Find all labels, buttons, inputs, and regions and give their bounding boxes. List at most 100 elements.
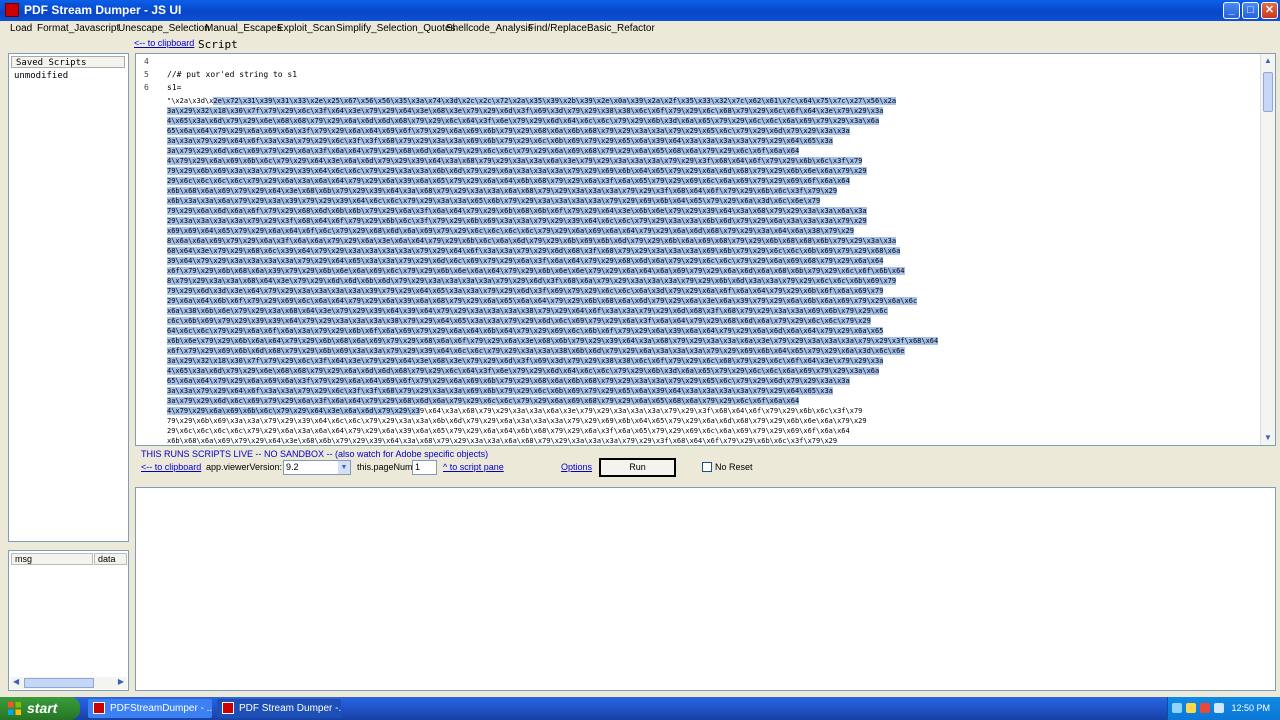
clock: 12:50 PM <box>1231 703 1270 713</box>
page-num-label: this.pageNum <box>357 462 413 472</box>
script-editor[interactable]: 4 5 6 //# put xor'ed string to s1 s1= "\… <box>135 53 1276 446</box>
saved-scripts-panel: Saved Scripts unmodified <box>8 53 129 542</box>
hex-row: 29\x6a\x64\x6b\x6f\x79\x29\x69\x6c\x6a\x… <box>167 296 1261 306</box>
scroll-thumb-h[interactable] <box>24 678 94 688</box>
pdf-icon <box>222 702 234 714</box>
to-script-pane-link[interactable]: ^ to script pane <box>443 462 504 472</box>
menu-simplify-selection-quotes[interactable]: Simplify_Selection_Quotes <box>336 23 456 34</box>
menu-exploit-scan[interactable]: Exploit_Scan <box>277 23 335 34</box>
hex-text: c6c\x6b\x69\x79\x29\x39\x39\x64\x79\x29\… <box>167 317 871 325</box>
viewer-version-select[interactable]: 9.2 ▼ <box>283 460 351 475</box>
minimize-button[interactable]: _ <box>1223 2 1240 19</box>
start-label: start <box>27 700 58 716</box>
menu-basic-refactor[interactable]: Basic_Refactor <box>587 23 655 34</box>
taskbar-item-pdfstreamdumper[interactable]: PDFStreamDumper - ... <box>88 699 212 718</box>
hex-text: 65\x6a\x64\x79\x29\x6a\x69\x6a\x3f\x79\x… <box>167 127 850 135</box>
options-link[interactable]: Options <box>561 462 592 472</box>
hex-text: x6a\x38\x6b\x6e\x79\x29\x3a\x68\x64\x3e\… <box>167 307 888 315</box>
scroll-right-icon[interactable]: ▶ <box>118 677 124 686</box>
hex-row: 79\x29\x6a\x6d\x6a\x6f\x79\x29\x68\x6d\x… <box>167 206 1261 216</box>
menu-load[interactable]: Load <box>10 23 32 34</box>
window-title: PDF Stream Dumper - JS UI <box>24 3 182 17</box>
hex-row: 65\x6a\x64\x79\x29\x6a\x69\x6a\x3f\x79\x… <box>167 126 1261 136</box>
hex-text: x6b\x68\x6a\x69\x79\x29\x64\x3e\x68\x6b\… <box>167 437 838 445</box>
maximize-button[interactable]: □ <box>1242 2 1259 19</box>
menu-manual-escapes[interactable]: Manual_Escapes <box>205 23 282 34</box>
output-pane[interactable] <box>135 487 1276 691</box>
hex-text: 3a\x29\x32\x18\x30\x7f\x79\x29\x6c\x3f\x… <box>167 107 884 115</box>
msg-column-header[interactable]: msg <box>11 553 93 565</box>
security-alert-icon[interactable] <box>1200 703 1210 713</box>
hex-row: 3a\x3a\x79\x29\x64\x6f\x3a\x3a\x79\x29\x… <box>167 136 1261 146</box>
hex-row: 79\x29\x6b\x69\x3a\x3a\x79\x29\x39\x64\x… <box>167 166 1261 176</box>
hex-row: x69\x69\x64\x65\x79\x29\x6a\x64\x6f\x6c\… <box>167 226 1261 236</box>
hex-text: x6b\x3a\x3a\x6a\x79\x29\x3a\x39\x79\x29\… <box>167 197 821 205</box>
script-label: Script <box>198 38 238 51</box>
scroll-down-icon[interactable]: ▼ <box>1262 432 1274 444</box>
taskbar: start PDFStreamDumper - ... PDF Stream D… <box>0 697 1280 720</box>
hex-text: 29\x6a\x64\x6b\x6f\x79\x29\x69\x6c\x6a\x… <box>167 297 918 305</box>
hex-row: 39\x64\x79\x29\x3a\x3a\x3a\x3a\x79\x29\x… <box>167 256 1261 266</box>
hex-text: 29\x3a\x3a\x3a\x3a\x79\x29\x3f\x68\x64\x… <box>167 217 867 225</box>
run-button[interactable]: Run <box>599 458 676 477</box>
menu-unescape-selection[interactable]: Unescape_Selection <box>118 23 210 34</box>
hex-row: 29\x6c\x6c\x6c\x6c\x79\x29\x6a\x3a\x6a\x… <box>167 176 1261 186</box>
chevron-down-icon[interactable]: ▼ <box>338 461 350 474</box>
line-gutter: 4 5 6 <box>136 54 156 445</box>
hex-row: x6b\x68\x6a\x69\x79\x29\x64\x3e\x68\x6b\… <box>167 436 1261 445</box>
task-label: PDF Stream Dumper -... <box>239 703 341 714</box>
editor-vertical-scrollbar[interactable]: ▲ ▼ <box>1260 54 1275 445</box>
hex-row: 4\x65\x3a\x6d\x79\x29\x6e\x68\x68\x79\x2… <box>167 116 1261 126</box>
hex-text: 8\x6a\x6a\x69\x79\x29\x6a\x3f\x6a\x6a\x7… <box>167 237 897 245</box>
network-icon[interactable] <box>1172 703 1182 713</box>
hex-text-unselected: "\x2a\x3d\x <box>167 97 214 105</box>
hex-text: x6b\x68\x6a\x69\x79\x29\x64\x3e\x68\x6b\… <box>167 187 838 195</box>
volume-icon[interactable] <box>1214 703 1224 713</box>
no-reset-label: No Reset <box>715 462 753 472</box>
to-clipboard-link[interactable]: <-- to clipboard <box>134 38 194 48</box>
hex-text-selected: 2e\x72\x31\x39\x31\x33\x2e\x25\x67\x56\x… <box>213 97 897 105</box>
hex-row: x6b\x68\x6a\x69\x79\x29\x64\x3e\x68\x6b\… <box>167 186 1261 196</box>
page-num-input[interactable]: 1 <box>412 460 437 475</box>
menu-shellcode-analysis[interactable]: Shellcode_Analysis <box>446 23 533 34</box>
to-clipboard-link-2[interactable]: <-- to clipboard <box>141 462 201 472</box>
hex-row: 29\x3a\x3a\x3a\x3a\x79\x29\x3f\x68\x64\x… <box>167 216 1261 226</box>
hex-text: 39\x64\x79\x29\x3a\x3a\x3a\x3a\x79\x29\x… <box>167 257 884 265</box>
start-button[interactable]: start <box>0 697 80 720</box>
hex-row: 8\x6a\x6a\x69\x79\x29\x6a\x3f\x6a\x6a\x7… <box>167 236 1261 246</box>
hex-row: x6b\x6e\x79\x29\x6b\x6a\x64\x79\x29\x6b\… <box>167 336 1261 346</box>
hex-row: 68\x64\x3e\x79\x29\x68\x6c\x39\x64\x79\x… <box>167 246 1261 256</box>
hex-row: 8\x79\x29\x3a\x3a\x68\x64\x3e\x79\x29\x6… <box>167 276 1261 286</box>
taskbar-item-pdf-stream-dumper[interactable]: PDF Stream Dumper -... <box>217 699 341 718</box>
hex-row: x6f\x79\x29\x6b\x68\x6a\x39\x79\x29\x6b\… <box>167 266 1261 276</box>
scroll-thumb[interactable] <box>1263 72 1273 112</box>
msg-horizontal-scrollbar[interactable]: ◀ ▶ <box>10 677 127 689</box>
hex-text: 3a\x3a\x79\x29\x64\x6f\x3a\x3a\x79\x29\x… <box>167 387 833 395</box>
hex-text: 4\x65\x3a\x6d\x79\x29\x6e\x68\x68\x79\x2… <box>167 117 880 125</box>
shield-icon[interactable] <box>1186 703 1196 713</box>
viewer-version-value: 9.2 <box>286 462 299 472</box>
hex-string-block[interactable]: "\x2a\x3d\x2e\x72\x31\x39\x31\x33\x2e\x2… <box>167 96 1261 445</box>
scroll-left-icon[interactable]: ◀ <box>13 677 19 686</box>
hex-text: 3a\x3a\x79\x29\x64\x6f\x3a\x3a\x79\x29\x… <box>167 137 833 145</box>
hex-text: 65\x6a\x64\x79\x29\x6a\x69\x6a\x3f\x79\x… <box>167 377 850 385</box>
saved-script-item[interactable]: unmodified <box>14 71 68 81</box>
scroll-up-icon[interactable]: ▲ <box>1262 55 1274 67</box>
hex-text-selected: 4\x79\x29\x6a\x69\x6b\x6c\x79\x29\x64\x3… <box>167 407 420 415</box>
hex-text: 79\x29\x6b\x69\x3a\x3a\x79\x29\x39\x64\x… <box>167 417 867 425</box>
hex-row: 4\x79\x29\x6a\x69\x6b\x6c\x79\x29\x64\x3… <box>167 406 1261 416</box>
system-tray: 12:50 PM <box>1167 697 1280 720</box>
hex-row: 3a\x3a\x79\x29\x64\x6f\x3a\x3a\x79\x29\x… <box>167 386 1261 396</box>
close-button[interactable]: ✕ <box>1261 2 1278 19</box>
hex-row: 4\x65\x3a\x6d\x79\x29\x6e\x68\x68\x79\x2… <box>167 366 1261 376</box>
no-reset-checkbox[interactable] <box>702 462 712 472</box>
hex-row: 3a\x29\x32\x18\x30\x7f\x79\x29\x6c\x3f\x… <box>167 106 1261 116</box>
hex-text: 8\x79\x29\x3a\x3a\x68\x64\x3e\x79\x29\x6… <box>167 277 897 285</box>
hex-text: 3a\x29\x32\x18\x30\x7f\x79\x29\x6c\x3f\x… <box>167 357 884 365</box>
menu-find-replace[interactable]: Find/Replace <box>528 23 587 34</box>
data-column-header[interactable]: data <box>94 553 127 565</box>
menu-format-javascript[interactable]: Format_Javascript <box>37 23 119 34</box>
hex-text: 79\x29\x6d\x3d\x3e\x64\x79\x29\x3a\x3a\x… <box>167 287 884 295</box>
menu-bar: Load Format_Javascript Unescape_Selectio… <box>0 21 1280 36</box>
hex-text: 79\x29\x6b\x69\x3a\x3a\x79\x29\x39\x64\x… <box>167 167 867 175</box>
